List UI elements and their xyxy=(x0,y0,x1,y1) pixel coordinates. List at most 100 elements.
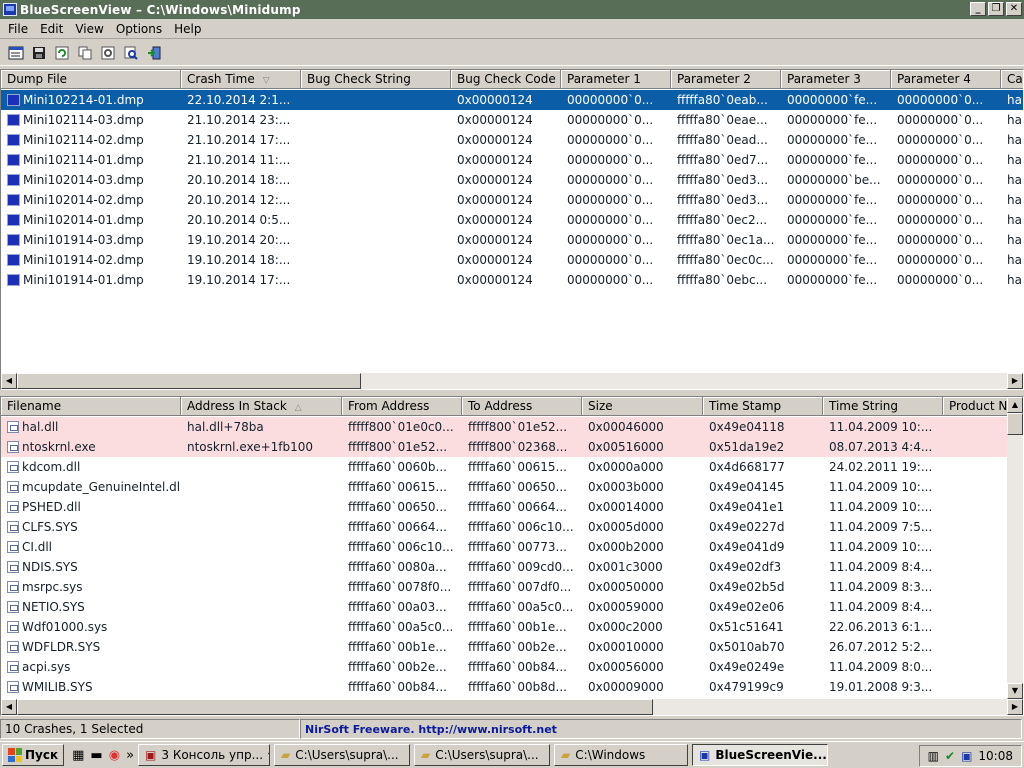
crash-row[interactable]: Mini101914-01.dmp 19.10.2014 17:... 0x0000… xyxy=(1,270,1023,290)
crash-row[interactable]: Mini102214-01.dmp 22.10.2014 2:1... 0x0000… xyxy=(1,90,1023,110)
clock[interactable]: 10:08 xyxy=(978,749,1013,763)
module-row[interactable]: msrpc.sys fffffa60`0078f0... fffffa60`007d… xyxy=(1,577,1007,597)
task-folder-2[interactable]: ▰ C:\Users\supra\... xyxy=(414,744,551,766)
save-icon[interactable] xyxy=(29,43,49,63)
cell-bug-check-string xyxy=(301,230,451,250)
crash-row[interactable]: Mini102014-03.dmp 20.10.2014 18:... 0x0000… xyxy=(1,170,1023,190)
minimize-button[interactable]: _ xyxy=(970,2,986,16)
title-bar[interactable]: BlueScreenView – C:\Windows\Minidump _ ❐… xyxy=(0,0,1024,19)
task-bluescreenview[interactable]: ▣ BlueScreenVie... xyxy=(692,744,829,766)
menu-file[interactable]: File xyxy=(2,22,34,36)
advanced-options-icon[interactable] xyxy=(98,43,118,63)
scroll-right-button[interactable]: ▶ xyxy=(1007,699,1023,715)
menu-options[interactable]: Options xyxy=(110,22,168,36)
crash-row[interactable]: Mini101914-03.dmp 19.10.2014 20:... 0x0000… xyxy=(1,230,1023,250)
cell-ca: hal xyxy=(1001,130,1023,150)
cell-address-in-stack xyxy=(181,637,342,657)
module-row[interactable]: CI.dll fffffa60`006c10... fffffa60`00773..… xyxy=(1,537,1007,557)
menu-help[interactable]: Help xyxy=(168,22,207,36)
module-row[interactable]: PSHED.dll fffffa60`00650... fffffa60`00664… xyxy=(1,497,1007,517)
column-header-product-n[interactable]: Product N xyxy=(943,397,1013,416)
column-header-time-string[interactable]: Time String xyxy=(823,397,943,416)
column-header-parameter-3[interactable]: Parameter 3 xyxy=(781,70,891,89)
column-header-to-address[interactable]: To Address xyxy=(462,397,582,416)
cell-text: 20.10.2014 0:5... xyxy=(187,213,291,227)
cell-text: 0x49e0227d xyxy=(709,520,785,534)
chrome-icon[interactable]: ◉ xyxy=(109,748,120,763)
column-header-bug-check-code[interactable]: Bug Check Code xyxy=(451,70,561,89)
module-row[interactable]: WMILIB.SYS fffffa60`00b84... fffffa60`00b8… xyxy=(1,677,1007,697)
menu-view[interactable]: View xyxy=(69,22,109,36)
cell-text: 00000000`0... xyxy=(567,193,654,207)
scroll-left-button[interactable]: ◀ xyxy=(1,699,17,715)
refresh-icon[interactable] xyxy=(52,43,72,63)
crash-list-hscrollbar[interactable]: ◀ ▶ xyxy=(1,373,1023,389)
scroll-left-button[interactable]: ◀ xyxy=(1,373,17,389)
scroll-right-button[interactable]: ▶ xyxy=(1007,373,1023,389)
cell-text: 0x00046000 xyxy=(588,420,664,434)
module-row[interactable]: ntoskrnl.exe ntoskrnl.exe+1fb100 fffff800`… xyxy=(1,437,1007,457)
crash-row[interactable]: Mini102014-02.dmp 20.10.2014 12:... 0x0000… xyxy=(1,190,1023,210)
column-header-ca[interactable]: Ca xyxy=(1001,70,1023,89)
find-icon[interactable] xyxy=(121,43,141,63)
module-row[interactable]: WDFLDR.SYS fffffa60`00b1e... fffffa60`00b2… xyxy=(1,637,1007,657)
column-header-crash-time[interactable]: Crash Time ▽ xyxy=(181,70,301,89)
vscroll-thumb[interactable] xyxy=(1007,413,1023,435)
column-header-address-in-stack[interactable]: Address In Stack △ xyxy=(181,397,342,416)
module-list-hscrollbar[interactable]: ◀ ▶ xyxy=(1,699,1023,715)
menu-edit[interactable]: Edit xyxy=(34,22,69,36)
column-header-time-stamp[interactable]: Time Stamp xyxy=(703,397,823,416)
scroll-up-button[interactable]: ▲ xyxy=(1007,397,1023,413)
start-button[interactable]: Пуск xyxy=(2,744,65,766)
security-icon[interactable]: ✔ xyxy=(945,749,955,763)
cell-filename: kdcom.dll xyxy=(1,457,181,477)
cell-text: 0x00014000 xyxy=(588,500,664,514)
crash-row[interactable]: Mini101914-02.dmp 19.10.2014 18:... 0x0000… xyxy=(1,250,1023,270)
module-list-vscrollbar[interactable]: ▲ ▼ xyxy=(1007,397,1023,699)
column-header-filename[interactable]: Filename xyxy=(1,397,181,416)
quick-launch-overflow-icon[interactable]: » xyxy=(126,748,134,763)
scroll-thumb[interactable] xyxy=(17,373,361,389)
module-row[interactable]: Wdf01000.sys fffffa60`00a5c0... fffffa60`0… xyxy=(1,617,1007,637)
crash-row[interactable]: Mini102114-02.dmp 21.10.2014 17:... 0x0000… xyxy=(1,130,1023,150)
column-header-bug-check-string[interactable]: Bug Check String xyxy=(301,70,451,89)
network-icon[interactable]: ▥ xyxy=(928,749,939,763)
column-header-parameter-1[interactable]: Parameter 1 xyxy=(561,70,671,89)
column-header-from-address[interactable]: From Address xyxy=(342,397,462,416)
cell-filename: hal.dll xyxy=(1,417,181,437)
cell-text: fffff800`01e0c0... xyxy=(348,420,454,434)
cell-text: Mini102014-02.dmp xyxy=(23,193,144,207)
properties-icon[interactable] xyxy=(6,43,26,63)
connection-icon[interactable]: ▣ xyxy=(961,749,972,763)
crash-row[interactable]: Mini102014-01.dmp 20.10.2014 0:5... 0x0000… xyxy=(1,210,1023,230)
module-row[interactable]: NDIS.SYS fffffa60`0080a... fffffa60`009cd0… xyxy=(1,557,1007,577)
desktop-icon[interactable]: ▦ xyxy=(72,748,84,763)
cell-text: 00000000`fe... xyxy=(787,273,878,287)
cell-to-address: fffffa60`00b1e... xyxy=(462,617,582,637)
module-row[interactable]: CLFS.SYS fffffa60`00664... fffffa60`006c10… xyxy=(1,517,1007,537)
module-row[interactable]: mcupdate_GenuineIntel.dll fffffa60`00615.… xyxy=(1,477,1007,497)
column-header-size[interactable]: Size xyxy=(582,397,703,416)
nirsoft-link[interactable]: NirSoft Freeware. http://www.nirsoft.net xyxy=(300,719,1022,739)
copy-icon[interactable] xyxy=(75,43,95,63)
scroll-thumb[interactable] xyxy=(17,699,653,715)
maximize-button[interactable]: ❐ xyxy=(988,2,1004,16)
module-row[interactable]: hal.dll hal.dll+78ba fffff800`01e0c0... fff… xyxy=(1,417,1007,437)
column-header-parameter-4[interactable]: Parameter 4 xyxy=(891,70,1001,89)
toolbar xyxy=(0,40,1024,66)
column-header-dump-file[interactable]: Dump File xyxy=(1,70,181,89)
task-console[interactable]: ▣3 Консоль упр...▾ xyxy=(138,744,271,766)
crash-row[interactable]: Mini102114-01.dmp 21.10.2014 11:... 0x0000… xyxy=(1,150,1023,170)
task-folder-1[interactable]: ▰ C:\Users\supra\... xyxy=(274,744,411,766)
close-button[interactable]: ✕ xyxy=(1006,2,1022,16)
crash-row[interactable]: Mini102114-03.dmp 21.10.2014 23:... 0x0000… xyxy=(1,110,1023,130)
exit-icon[interactable] xyxy=(144,43,164,63)
module-row[interactable]: acpi.sys fffffa60`00b2e... fffffa60`00b84.… xyxy=(1,657,1007,677)
module-row[interactable]: NETIO.SYS fffffa60`00a03... fffffa60`00a5c… xyxy=(1,597,1007,617)
module-row[interactable]: kdcom.dll fffffa60`0060b... fffffa60`00615… xyxy=(1,457,1007,477)
task-folder-3[interactable]: ▰ C:\Windows xyxy=(554,744,689,766)
column-header-parameter-2[interactable]: Parameter 2 xyxy=(671,70,781,89)
explorer-icon[interactable]: ▬ xyxy=(90,748,102,763)
scroll-down-button[interactable]: ▼ xyxy=(1007,683,1023,699)
cell-text: 00000000`0... xyxy=(897,133,984,147)
